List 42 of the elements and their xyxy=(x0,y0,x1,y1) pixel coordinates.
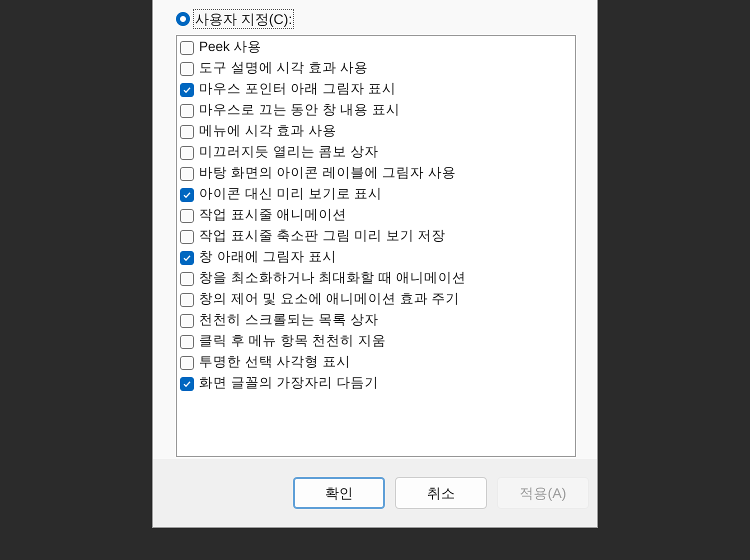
checkbox[interactable] xyxy=(180,188,194,202)
option-label: 클릭 후 메뉴 항목 천천히 지움 xyxy=(199,332,386,350)
checkmark-icon xyxy=(182,252,192,262)
option-label: 바탕 화면의 아이콘 레이블에 그림자 사용 xyxy=(199,164,456,182)
option-label: 도구 설명에 시각 효과 사용 xyxy=(199,59,368,78)
option-label: 창 아래에 그림자 표시 xyxy=(199,248,336,266)
option-label: 메뉴에 시각 효과 사용 xyxy=(199,122,336,140)
checkmark-icon xyxy=(182,378,192,388)
checkbox[interactable] xyxy=(180,124,194,138)
checkbox[interactable] xyxy=(180,62,194,76)
option-label: 창의 제어 및 요소에 애니메이션 효과 주기 xyxy=(199,290,460,308)
option-label: 마우스 포인터 아래 그림자 표시 xyxy=(199,80,396,98)
radio-label[interactable]: 사용자 지정(C): xyxy=(193,9,294,29)
dialog-button[interactable]: 확인 xyxy=(293,477,385,509)
radio-button[interactable] xyxy=(176,12,190,26)
checkmark-icon xyxy=(182,84,192,94)
option-label: 투명한 선택 사각형 표시 xyxy=(199,353,350,372)
option-label: 아이콘 대신 미리 보기로 표시 xyxy=(199,185,382,204)
checkbox[interactable] xyxy=(180,208,194,222)
checkbox[interactable] xyxy=(180,166,194,180)
option-label: 미끄러지듯 열리는 콤보 상자 xyxy=(199,143,378,162)
option-label: 작업 표시줄 애니메이션 xyxy=(199,206,347,224)
option-label: Peek 사용 xyxy=(199,38,262,56)
checkbox[interactable] xyxy=(180,376,194,390)
dialog-button[interactable]: 취소 xyxy=(395,477,487,509)
checkbox[interactable] xyxy=(180,272,194,286)
checkbox[interactable] xyxy=(180,82,194,96)
option-label: 작업 표시줄 축소판 그림 미리 보기 저장 xyxy=(199,227,446,246)
option-label: 화면 글꼴의 가장자리 다듬기 xyxy=(199,374,378,392)
option-label: 마우스로 끄는 동안 창 내용 표시 xyxy=(199,101,400,120)
checkbox[interactable] xyxy=(180,104,194,118)
option-label: 창을 최소화하거나 최대화할 때 애니메이션 xyxy=(199,269,466,288)
checkmark-icon xyxy=(182,190,192,200)
checkbox[interactable] xyxy=(180,314,194,328)
option-label: 천천히 스크롤되는 목록 상자 xyxy=(199,311,378,330)
checkbox[interactable] xyxy=(180,292,194,306)
checkbox[interactable] xyxy=(180,250,194,264)
checkbox[interactable] xyxy=(180,146,194,160)
checkbox[interactable] xyxy=(180,40,194,54)
checkbox[interactable] xyxy=(180,356,194,370)
checkbox[interactable] xyxy=(180,334,194,348)
checkbox[interactable] xyxy=(180,230,194,244)
